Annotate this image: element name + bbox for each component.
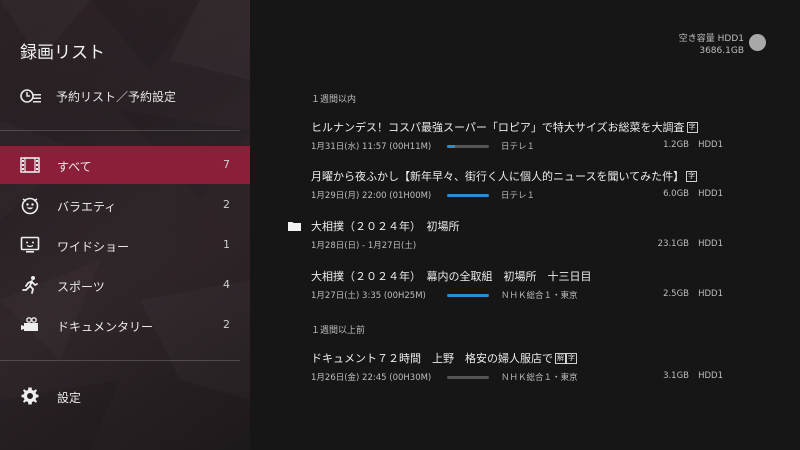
sidebar-item-label: ワイドショー bbox=[57, 240, 130, 254]
recording-size: 1.2GB bbox=[663, 140, 689, 150]
section-header: １週間以上前 bbox=[311, 326, 366, 336]
sidebar-item-count: 2 bbox=[223, 318, 230, 331]
sidebar-item-count: 2 bbox=[223, 198, 230, 211]
storage-value: 3686.1GB bbox=[699, 46, 744, 56]
settings-button[interactable]: 設定 bbox=[0, 378, 250, 414]
sidebar-item-label: すべて bbox=[57, 160, 92, 174]
recording-meta: 1月29日(月) 22:00 (01H00M) 日テレ１ 6.0GB HDD1 bbox=[311, 189, 731, 201]
sidebar-item-label: ドキュメンタリー bbox=[57, 320, 154, 334]
recording-channel: ＮＨＫ総合１・東京 bbox=[501, 291, 578, 301]
recording-row[interactable]: ドキュメント７２時間 上野 格安の婦人服店で 解字 1月26日(金) 22:45… bbox=[311, 350, 731, 383]
sidebar-item-all[interactable]: すべて 7 bbox=[0, 146, 250, 184]
film-icon bbox=[20, 157, 40, 173]
tv-icon bbox=[20, 236, 40, 253]
sidebar-item-label: スポーツ bbox=[57, 280, 105, 294]
clock-list-icon bbox=[20, 89, 41, 103]
sidebar-divider bbox=[0, 360, 240, 361]
recording-channel: 日テレ１ bbox=[501, 191, 536, 201]
recording-title: 大相撲（２０２４年） 幕内の全取組 初場所 十三日目 bbox=[311, 270, 592, 283]
storage-pie-icon bbox=[749, 34, 766, 51]
recording-meta: 1月27日(土) 3:35 (00H25M) ＮＨＫ総合１・東京 2.5GB H… bbox=[311, 289, 731, 301]
recording-size: 6.0GB bbox=[663, 189, 689, 199]
subtitle-badge: 字 bbox=[686, 170, 698, 182]
sidebar-item-variety[interactable]: バラエティ 2 bbox=[0, 186, 250, 224]
recording-drive: HDD1 bbox=[698, 289, 723, 299]
recording-title-line: 大相撲（２０２４年） 幕内の全取組 初場所 十三日目 bbox=[311, 268, 731, 284]
recording-title: 月曜から夜ふかし【新年早々、街行く人に個人的ニュースを聞いてみた件】 bbox=[311, 170, 685, 183]
folder-icon bbox=[288, 222, 301, 231]
watch-progress-bar bbox=[447, 194, 489, 197]
recording-title: 大相撲（２０２４年） 初場所 bbox=[311, 220, 460, 233]
recording-drive: HDD1 bbox=[698, 189, 723, 199]
sidebar-item-count: 4 bbox=[223, 278, 230, 291]
recording-meta: 1月28日(日) - 1月27日(土) 23.1GB HDD1 bbox=[311, 239, 731, 251]
badge-group: 解字 bbox=[553, 352, 577, 364]
sidebar-item-count: 1 bbox=[223, 238, 230, 251]
recording-size: 23.1GB bbox=[657, 239, 689, 249]
commentary-badge: 解 bbox=[555, 352, 566, 364]
recording-drive: HDD1 bbox=[698, 140, 723, 150]
schedule-list-button[interactable]: 予約リスト／予約設定 bbox=[20, 85, 176, 107]
gear-icon bbox=[21, 387, 39, 405]
sidebar-item-sports[interactable]: スポーツ 4 bbox=[0, 266, 250, 304]
watch-progress-bar bbox=[447, 294, 489, 297]
watch-progress-fill bbox=[447, 294, 489, 297]
recording-date: 1月28日(日) - 1月27日(土) bbox=[311, 241, 417, 251]
settings-label: 設定 bbox=[57, 391, 82, 405]
recording-title-line: 月曜から夜ふかし【新年早々、街行く人に個人的ニュースを聞いてみた件】 字 bbox=[311, 168, 731, 184]
recording-row[interactable]: 月曜から夜ふかし【新年早々、街行く人に個人的ニュースを聞いてみた件】 字 1月2… bbox=[311, 168, 731, 201]
recording-meta: 1月31日(水) 11:57 (00H11M) 日テレ１ 1.2GB HDD1 bbox=[311, 140, 731, 152]
recording-title-line: ドキュメント７２時間 上野 格安の婦人服店で 解字 bbox=[311, 350, 731, 366]
recording-drive: HDD1 bbox=[698, 371, 723, 381]
recording-date: 1月29日(月) 22:00 (01H00M) bbox=[311, 191, 432, 201]
storage-label: 空き容量 HDD1 bbox=[678, 34, 744, 44]
runner-icon bbox=[22, 276, 38, 294]
recording-title-line: ヒルナンデス！コスパ最強スーパー「ロピア」で特大サイズお総菜を大調査 字 bbox=[311, 119, 731, 135]
camera-icon bbox=[21, 317, 38, 331]
sidebar: 録画リスト 予約リスト／予約設定 すべて 7 バラエティ 2 ワイドショー 1 … bbox=[0, 0, 250, 450]
recording-size: 2.5GB bbox=[663, 289, 689, 299]
recording-row[interactable]: 大相撲（２０２４年） 幕内の全取組 初場所 十三日目 1月27日(土) 3:35… bbox=[311, 268, 731, 301]
recording-size: 3.1GB bbox=[663, 371, 689, 381]
subtitle-badge: 字 bbox=[686, 121, 698, 133]
page-title: 録画リスト bbox=[20, 43, 105, 63]
recording-row[interactable]: ヒルナンデス！コスパ最強スーパー「ロピア」で特大サイズお総菜を大調査 字 1月3… bbox=[311, 119, 731, 152]
sidebar-item-count: 7 bbox=[223, 158, 230, 171]
storage-info: 空き容量 HDD1 3686.1GB bbox=[679, 33, 744, 57]
recording-drive: HDD1 bbox=[698, 239, 723, 249]
watch-progress-fill bbox=[447, 194, 489, 197]
recording-folder-row[interactable]: 大相撲（２０２４年） 初場所 1月28日(日) - 1月27日(土) 23.1G… bbox=[311, 218, 731, 251]
sidebar-item-wideshow[interactable]: ワイドショー 1 bbox=[0, 226, 250, 264]
watch-progress-bar bbox=[447, 376, 489, 379]
recording-title: ヒルナンデス！コスパ最強スーパー「ロピア」で特大サイズお総菜を大調査 bbox=[311, 121, 685, 134]
recording-channel: ＮＨＫ総合１・東京 bbox=[501, 373, 578, 383]
watch-progress-fill bbox=[447, 145, 456, 148]
subtitle-badge: 字 bbox=[566, 352, 577, 364]
recording-title: ドキュメント７２時間 上野 格安の婦人服店で bbox=[311, 352, 553, 365]
recording-date: 1月26日(金) 22:45 (00H30M) bbox=[311, 373, 432, 383]
sidebar-item-documentary[interactable]: ドキュメンタリー 2 bbox=[0, 306, 250, 344]
sidebar-divider bbox=[0, 130, 240, 131]
recording-date: 1月27日(土) 3:35 (00H25M) bbox=[311, 291, 426, 301]
watch-progress-bar bbox=[447, 145, 489, 148]
smiley-icon bbox=[21, 197, 39, 215]
sidebar-item-label: バラエティ bbox=[57, 200, 117, 214]
schedule-list-label: 予約リスト／予約設定 bbox=[56, 89, 177, 104]
recording-title-line: 大相撲（２０２４年） 初場所 bbox=[311, 218, 731, 234]
recording-channel: 日テレ１ bbox=[501, 142, 536, 152]
recording-meta: 1月26日(金) 22:45 (00H30M) ＮＨＫ総合１・東京 3.1GB … bbox=[311, 371, 731, 383]
recording-date: 1月31日(水) 11:57 (00H11M) bbox=[311, 142, 432, 152]
section-header: １週間以内 bbox=[311, 95, 357, 105]
